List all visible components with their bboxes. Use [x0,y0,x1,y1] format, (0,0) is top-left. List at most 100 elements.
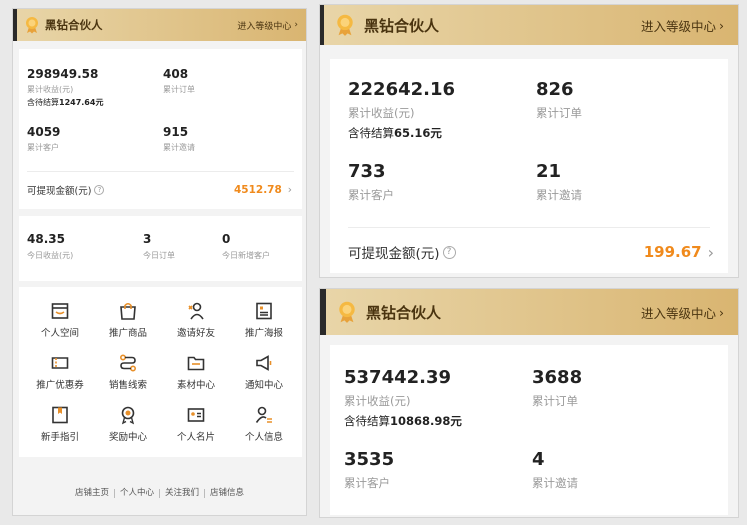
withdraw-label: 可提现金额(元) [27,186,92,197]
divider [348,227,710,228]
grid-item-personal-space[interactable]: 个人空间 [25,301,95,339]
grid-item-label: 奖励中心 [108,432,147,443]
grid-item-promo-poster[interactable]: 推广海报 [229,301,299,339]
medal-icon [25,16,39,34]
stat-total-invites: 4 累计邀请 [532,449,578,491]
level-center-link-label: 进入等级中心 [640,18,716,34]
stat-total-income: 222642.16 累计收益(元) 含待结算65.16元 [348,79,455,141]
stat-label: 累计邀请 [532,476,578,490]
help-icon[interactable]: ? [94,185,105,195]
level-center-link-label: 进入等级中心 [640,305,716,321]
pending-value: 1247.64元 [59,98,104,107]
grid-item-label: 邀请好友 [176,328,215,339]
grid-item-label: 素材中心 [176,380,215,391]
grid-item-promo-coupon[interactable]: 推广优惠券 [25,353,95,391]
stat-label: 累计订单 [532,394,578,408]
stat-today-income: 48.35 今日收益(元) [27,232,73,261]
user-info-icon [255,406,272,423]
level-center-link-label: 进入等级中心 [237,21,292,32]
stat-value: 3535 [344,449,395,470]
guide-book-icon [52,406,68,424]
chevron-right-icon: › [707,242,714,262]
footer-link-follow-us[interactable]: 关注我们 [159,489,204,498]
partner-banner: 黑钻合伙人 进入等级中心 › [13,9,306,41]
partner-panel-bottom-right: 黑钻合伙人 进入等级中心 › 537442.39 累计收益(元) 含待结算108… [319,288,739,518]
grid-item-label: 销售线索 [108,380,147,391]
coupon-icon [51,357,69,369]
stat-label: 今日订单 [143,251,175,260]
footer-link-shop-info[interactable]: 店铺信息 [204,489,249,498]
folder-icon [187,356,205,371]
grid-item-reward-center[interactable]: 奖励中心 [93,405,163,443]
feature-grid-card: 个人空间 推广商品 邀请好友 推广海报 推广优惠券 销售线索 素材中心 通知中心… [19,287,302,457]
grid-item-invite-friends[interactable]: 邀请好友 [161,301,231,339]
withdraw-row[interactable]: 可提现金额(元) ? 199.67 › [348,241,714,263]
stat-total-orders: 3688 累计订单 [532,367,582,409]
stat-label: 累计邀请 [163,143,195,152]
help-icon[interactable]: ? [442,245,456,259]
grid-item-material-center[interactable]: 素材中心 [161,353,231,391]
stat-total-customers: 3535 累计客户 [344,449,394,491]
grid-item-beginner-guide[interactable]: 新手指引 [25,405,95,443]
partner-banner: 黑钻合伙人 进入等级中心 › [320,289,738,335]
pending-label: 含待结算 [348,126,394,140]
stat-label: 累计收益(元) [348,106,415,120]
grid-item-label: 个人名片 [176,432,215,443]
grid-item-label: 推广优惠券 [36,380,84,391]
stat-value: 537442.39 [344,367,452,388]
stat-label: 累计收益(元) [344,394,411,408]
grid-item-label: 通知中心 [244,380,283,391]
stat-label: 累计客户 [344,476,390,490]
level-center-link[interactable]: 进入等级中心 › [237,19,298,32]
stat-label: 累计订单 [163,85,195,94]
footer-link-shop-home[interactable]: 店铺主页 [70,489,114,498]
chevron-right-icon: › [294,20,298,30]
route-icon [119,354,137,372]
pending-settlement: 含待结算65.16元 [348,125,455,141]
footer-link-personal-center[interactable]: 个人中心 [113,489,159,498]
grid-item-personal-info[interactable]: 个人信息 [229,405,299,443]
stat-value: 21 [536,161,562,182]
pending-settlement: 含待结算1247.64元 [27,97,103,108]
medal-icon [336,13,354,37]
stat-value: 48.35 [27,232,65,246]
invite-user-icon [188,302,204,320]
stat-total-customers: 733 累计客户 [348,161,394,203]
stat-value: 3688 [532,367,583,388]
stat-value: 915 [163,125,189,139]
grid-item-label: 个人信息 [244,432,283,443]
stat-value: 826 [536,79,574,100]
stat-label: 累计客户 [27,143,59,152]
stat-value: 3 [143,232,152,246]
pending-value: 10868.98元 [390,414,462,428]
stat-total-income: 537442.39 累计收益(元) 含待结算10868.98元 [344,367,462,429]
medal-icon [338,300,356,324]
stat-label: 累计收益(元) [27,85,74,94]
grid-item-notification-center[interactable]: 通知中心 [229,353,299,391]
grid-item-sales-leads[interactable]: 销售线索 [93,353,163,391]
pending-label: 含待结算 [27,98,59,107]
withdraw-row[interactable]: 可提现金额(元) ? 4512.78 › [27,181,292,199]
grid-item-label: 个人空间 [40,328,79,339]
level-center-link[interactable]: 进入等级中心 › [641,303,724,322]
stat-label: 累计订单 [536,106,582,120]
partner-panel-left: 黑钻合伙人 进入等级中心 › 298949.58 累计收益(元) 含待结算124… [12,8,307,516]
stat-label: 今日收益(元) [27,251,74,260]
poster-icon [256,302,272,320]
banner-title: 黑钻合伙人 [45,18,103,32]
withdraw-amount: 199.67 [643,243,702,261]
stat-label: 今日新增客户 [222,251,270,260]
stat-label: 累计客户 [348,188,394,202]
grid-item-business-card[interactable]: 个人名片 [161,405,231,443]
store-icon [51,303,69,319]
stats-card: 222642.16 累计收益(元) 含待结算65.16元 826 累计订单 73… [330,59,728,273]
level-center-link[interactable]: 进入等级中心 › [641,16,724,35]
grid-item-label: 推广海报 [244,328,283,339]
award-icon [121,406,135,425]
withdraw-amount: 4512.78 [233,184,282,196]
grid-item-promo-products[interactable]: 推广商品 [93,301,163,339]
grid-item-label: 新手指引 [40,432,79,443]
stat-label: 累计邀请 [536,188,582,202]
partner-banner: 黑钻合伙人 进入等级中心 › [320,5,738,45]
banner-title: 黑钻合伙人 [364,16,440,35]
